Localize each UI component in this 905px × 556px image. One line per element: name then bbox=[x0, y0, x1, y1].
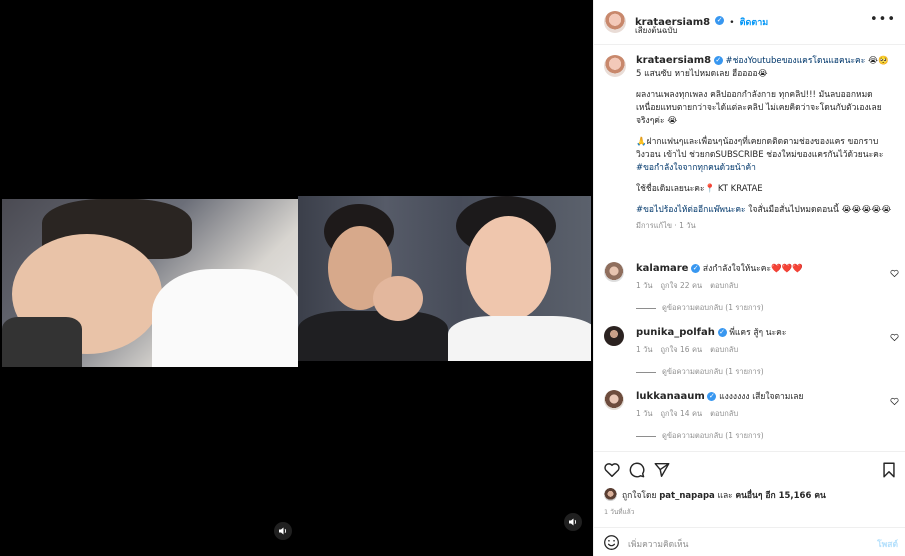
commenter-username[interactable]: kalamare bbox=[636, 263, 688, 274]
like-comment-heart-icon[interactable] bbox=[890, 269, 899, 278]
like-comment-heart-icon[interactable] bbox=[890, 333, 899, 342]
comment-text: แงงงงงง เสียใจตามเลย bbox=[719, 392, 804, 402]
caption-paragraph-2: ผลงานเพลงทุกเพลง คลิปออกกำลังกาย ทุกคลิป… bbox=[636, 90, 882, 126]
commenter-avatar[interactable] bbox=[604, 262, 624, 282]
likes-summary[interactable]: ถูกใจโดย pat_napapa และ คนอื่นๆ อีก 15,1… bbox=[622, 488, 826, 502]
commenter-avatar[interactable] bbox=[604, 326, 624, 346]
caption-paragraph-5: ใจสั่นมือสั่นไปหมดตอนนี้ 😭😭😭😭😭 bbox=[745, 205, 892, 215]
hashtag-link[interactable]: #ช่องYoutubeของแครโดนแฮคนะคะ bbox=[725, 56, 865, 66]
reply-button[interactable]: ตอบกลับ bbox=[710, 281, 738, 290]
hashtag-link[interactable]: #ขอไปร้องไห้ต่ออีกแพ๊พนะคะ bbox=[636, 205, 746, 215]
instagram-post-view: krataersiam8 ✓ • ติดตาม เสียงต้นฉบับ •••… bbox=[0, 0, 905, 556]
speaker-icon bbox=[569, 518, 577, 526]
caption-paragraph-4: ใช้ชื่อเดิมเลยนะคะ📍 KT KRATAE bbox=[636, 184, 763, 194]
view-replies-button[interactable]: ดูข้อความตอบกลับ (1 รายการ) bbox=[636, 430, 764, 442]
likes-others[interactable]: คนอื่นๆ อีก 15,166 คน bbox=[735, 491, 825, 501]
mute-toggle-left[interactable] bbox=[274, 522, 292, 540]
liker-username[interactable]: pat_napapa bbox=[659, 491, 715, 501]
verified-badge-icon: ✓ bbox=[713, 56, 723, 65]
liker-avatar[interactable] bbox=[604, 488, 617, 501]
video-frame-left bbox=[2, 199, 298, 367]
comment-text: พี่แคร สู้ๆ นะคะ bbox=[729, 328, 787, 338]
caption-meta: มีการแก้ไข · 1 วัน bbox=[636, 221, 696, 230]
likes-and: และ bbox=[717, 491, 733, 501]
mute-toggle-right[interactable] bbox=[564, 513, 582, 531]
emoji-smiley-icon[interactable] bbox=[603, 534, 620, 551]
follow-button[interactable]: ติดตาม bbox=[740, 18, 769, 28]
commenter-avatar[interactable] bbox=[604, 390, 624, 410]
commenter-username[interactable]: punika_polfah bbox=[636, 327, 715, 338]
likes-prefix: ถูกใจโดย bbox=[622, 491, 657, 501]
post-caption: krataersiam8 ✓ #ช่องYoutubeของแครโดนแฮคน… bbox=[636, 54, 894, 232]
verified-badge-icon: ✓ bbox=[691, 264, 701, 273]
reply-button[interactable]: ตอบกลับ bbox=[710, 345, 738, 354]
hashtag-link[interactable]: #ขอกำลังใจจากทุกคนด้วยน้าค้า bbox=[636, 163, 756, 173]
more-options-icon[interactable]: ••• bbox=[870, 12, 896, 27]
verified-badge-icon: ✓ bbox=[707, 392, 717, 401]
comment-time[interactable]: 1 วัน bbox=[636, 409, 653, 418]
post-side-panel: krataersiam8 ✓ • ติดตาม เสียงต้นฉบับ •••… bbox=[593, 0, 905, 556]
add-comment-bar: เพิ่มความคิดเห็น โพสต์ bbox=[594, 527, 905, 556]
author-avatar[interactable] bbox=[604, 11, 626, 33]
reply-button[interactable]: ตอบกลับ bbox=[710, 409, 738, 418]
commenter-username[interactable]: lukkanaaum bbox=[636, 391, 705, 402]
post-comment-button[interactable]: โพสต์ bbox=[877, 537, 898, 551]
post-date[interactable]: 1 วันที่แล้ว bbox=[604, 507, 634, 517]
like-comment-heart-icon[interactable] bbox=[890, 397, 899, 406]
save-bookmark-icon[interactable] bbox=[880, 461, 898, 479]
audio-label[interactable]: เสียงต้นฉบับ bbox=[635, 24, 677, 37]
share-paper-plane-icon[interactable] bbox=[653, 461, 671, 479]
verified-badge-icon: ✓ bbox=[717, 328, 727, 337]
speaker-icon bbox=[279, 527, 287, 535]
post-header: krataersiam8 ✓ • ติดตาม เสียงต้นฉบับ ••• bbox=[594, 0, 905, 45]
comment-likes[interactable]: ถูกใจ 14 คน bbox=[661, 409, 703, 418]
view-replies-button[interactable]: ดูข้อความตอบกลับ (1 รายการ) bbox=[636, 302, 764, 314]
comment-input[interactable]: เพิ่มความคิดเห็น bbox=[628, 537, 688, 551]
comment-likes[interactable]: ถูกใจ 22 คน bbox=[661, 281, 703, 290]
video-player[interactable] bbox=[0, 0, 593, 556]
comment-time[interactable]: 1 วัน bbox=[636, 345, 653, 354]
caption-paragraph-3: 🙏ฝากแฟนๆและเพื่อนๆน้องๆที่เคยกดติดตามช่อ… bbox=[636, 137, 884, 160]
post-actions: ถูกใจโดย pat_napapa และ คนอื่นๆ อีก 15,1… bbox=[594, 451, 905, 556]
caption-avatar[interactable] bbox=[604, 55, 626, 77]
verified-badge-icon: ✓ bbox=[715, 16, 725, 25]
comments-section[interactable]: krataersiam8 ✓ #ช่องYoutubeของแครโดนแฮคน… bbox=[594, 45, 905, 451]
video-frame-right bbox=[298, 196, 591, 361]
comment-likes[interactable]: ถูกใจ 16 คน bbox=[661, 345, 703, 354]
comment-bubble-icon[interactable] bbox=[628, 461, 646, 479]
caption-username[interactable]: krataersiam8 bbox=[636, 55, 711, 66]
comment-text: ส่งกำลังใจให้นะคะ❤️❤️❤️ bbox=[702, 264, 803, 274]
like-heart-icon[interactable] bbox=[603, 461, 621, 479]
comment-time[interactable]: 1 วัน bbox=[636, 281, 653, 290]
view-replies-button[interactable]: ดูข้อความตอบกลับ (1 รายการ) bbox=[636, 366, 764, 378]
